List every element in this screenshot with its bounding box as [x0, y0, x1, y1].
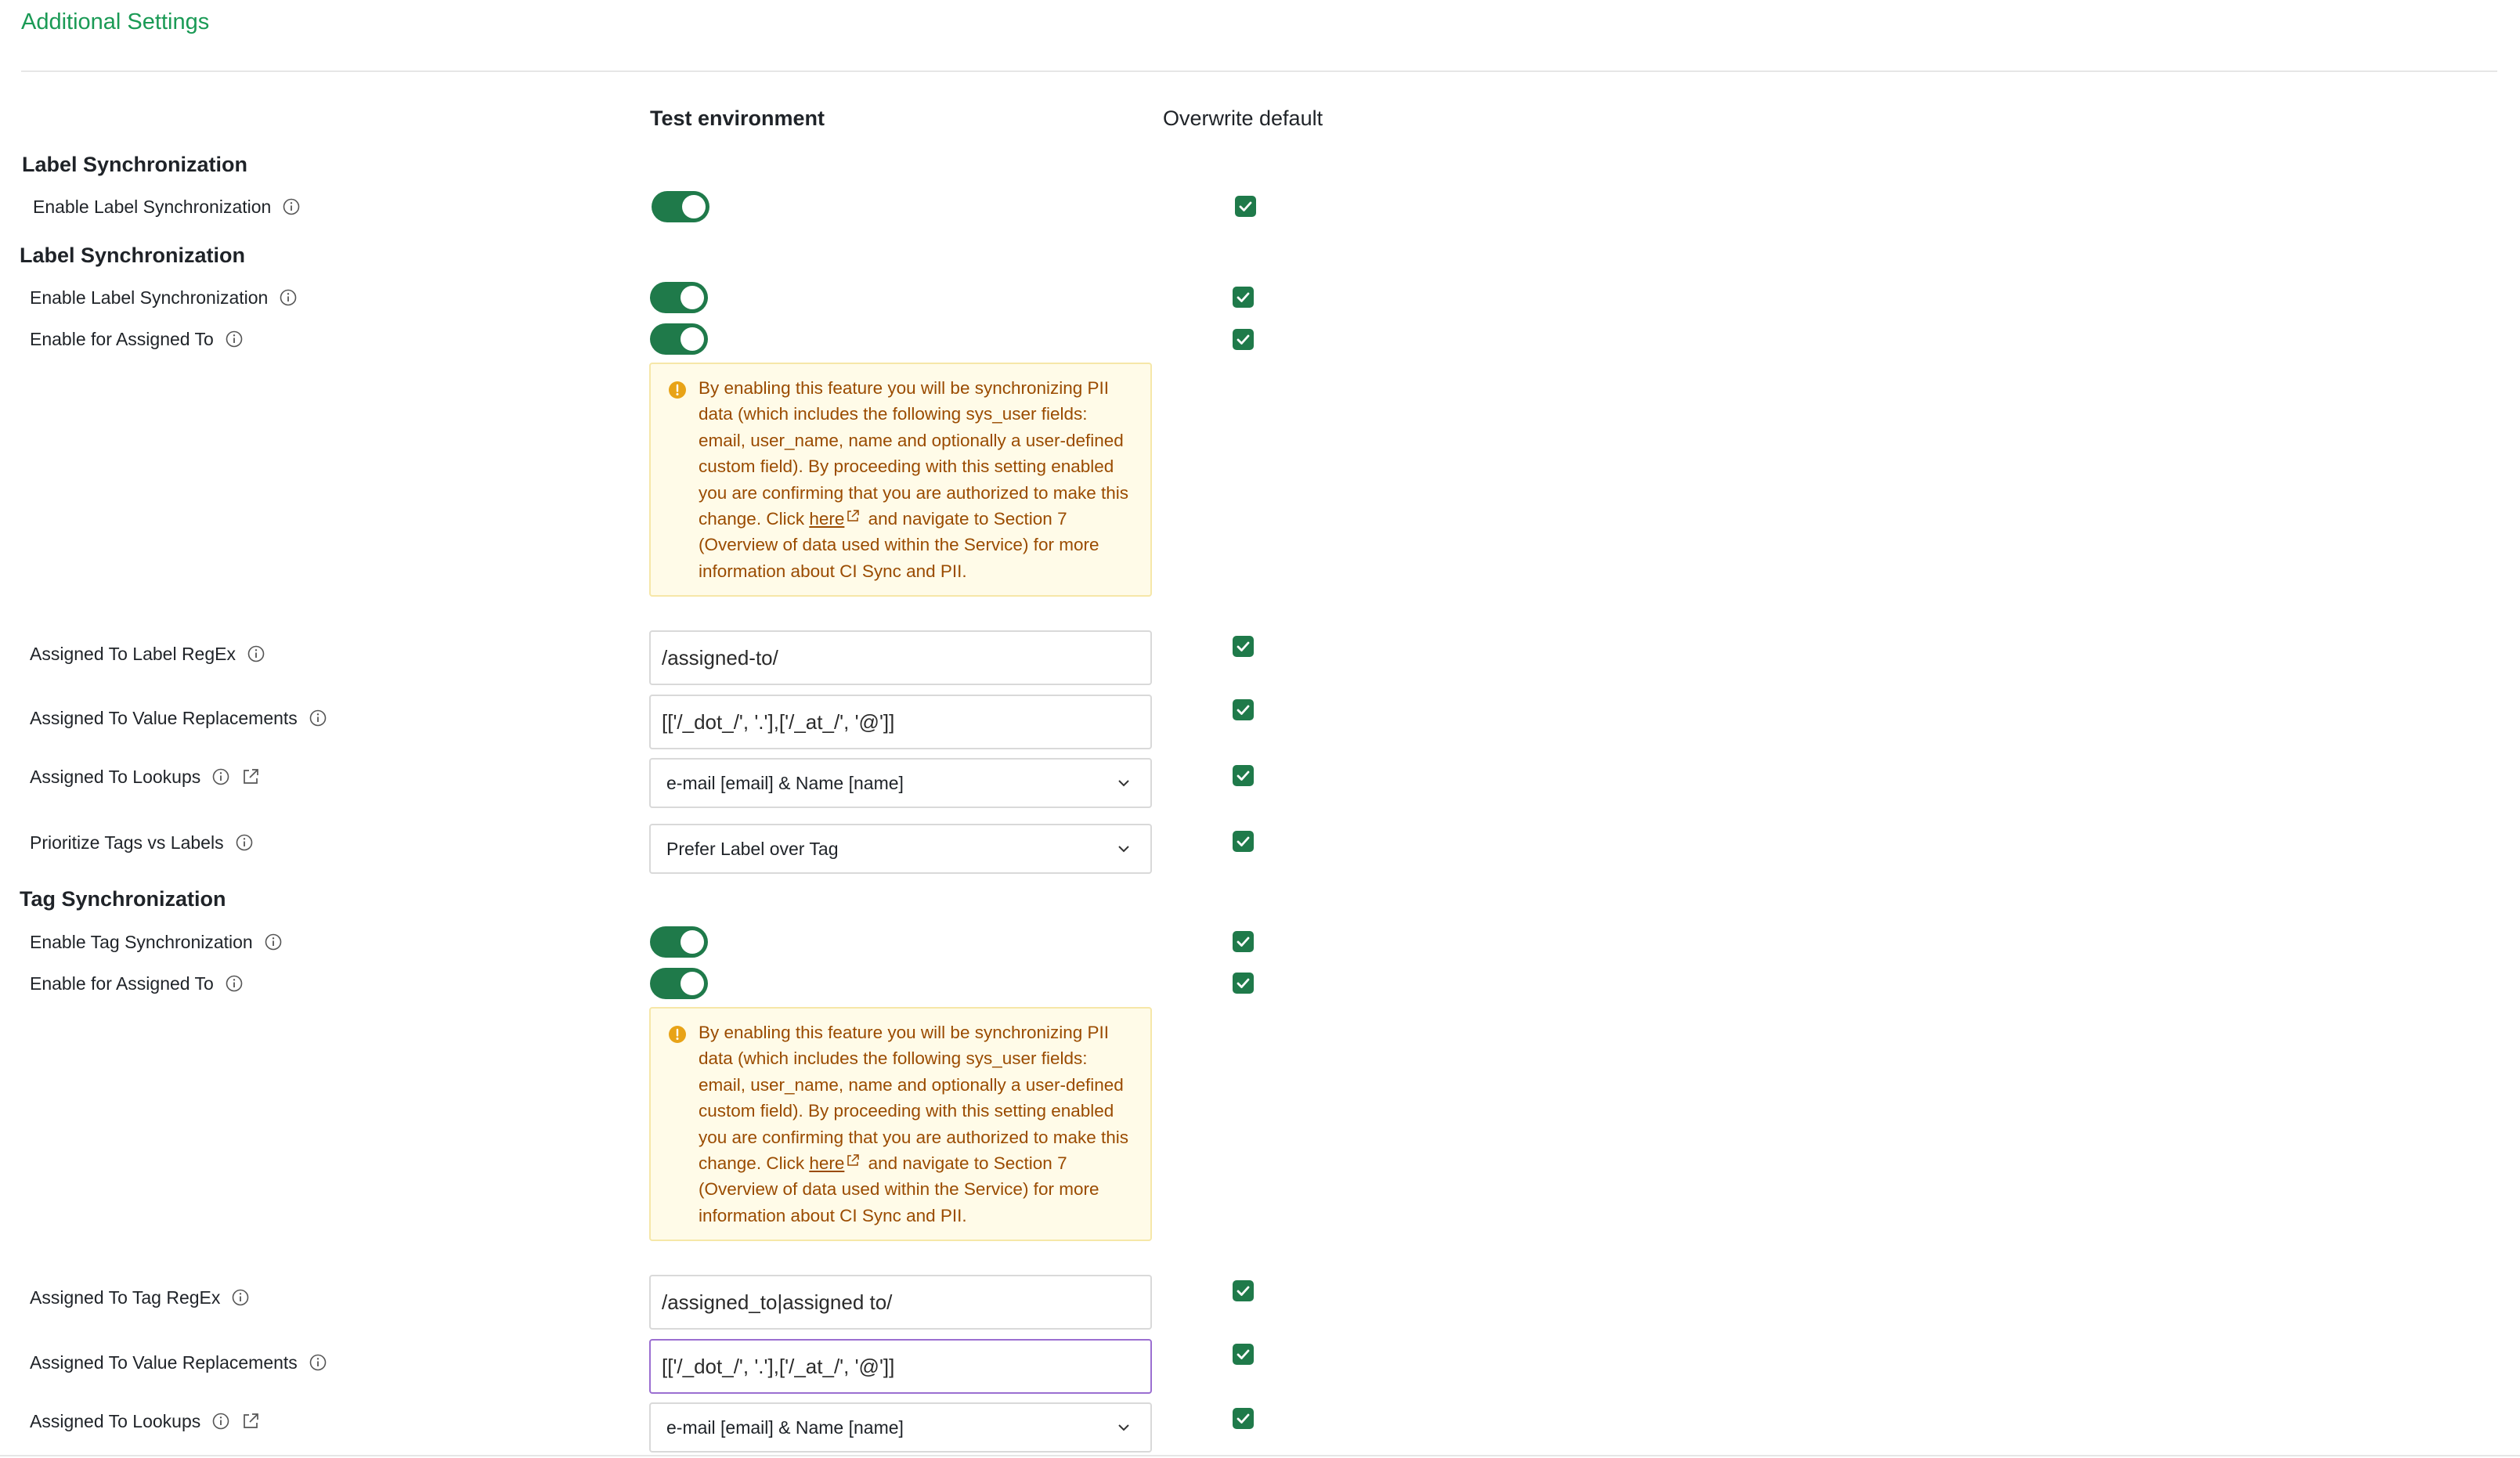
- assigned-to-tag-regex-input[interactable]: [649, 1275, 1152, 1330]
- assigned-to-label-regex-input[interactable]: [649, 630, 1152, 685]
- info-icon[interactable]: [235, 833, 254, 852]
- info-icon[interactable]: [247, 644, 265, 663]
- assigned-to-lookups-select-1[interactable]: e-mail [email] & Name [name]: [649, 758, 1152, 808]
- label-assigned-to-label-regex: Assigned To Label RegEx: [30, 638, 265, 669]
- pii-warning-1: By enabling this feature you will be syn…: [649, 363, 1152, 597]
- label-enable-for-assigned-to-2: Enable for Assigned To: [30, 968, 244, 999]
- external-link-icon[interactable]: [846, 1153, 860, 1167]
- info-icon[interactable]: [225, 330, 244, 348]
- label-assigned-to-lookups-2: Assigned To Lookups: [30, 1406, 260, 1437]
- external-link-icon[interactable]: [241, 767, 260, 786]
- checkbox-overwrite-lookups-1[interactable]: [1233, 765, 1254, 786]
- assigned-to-value-replacements-input-1[interactable]: [649, 695, 1152, 749]
- info-icon[interactable]: [309, 709, 327, 727]
- here-link[interactable]: here: [809, 509, 844, 529]
- warning-icon: [668, 1025, 687, 1044]
- external-link-icon[interactable]: [241, 1412, 260, 1431]
- info-icon[interactable]: [211, 1412, 230, 1431]
- assigned-to-lookups-select-2[interactable]: e-mail [email] & Name [name]: [649, 1402, 1152, 1453]
- bottom-edge: [0, 1455, 2520, 1456]
- checkbox-overwrite-enable-for-assigned-to-1[interactable]: [1233, 329, 1254, 350]
- info-icon[interactable]: [211, 767, 230, 786]
- info-icon[interactable]: [225, 974, 244, 993]
- label-enable-label-sync-2: Enable Label Synchronization: [30, 282, 298, 313]
- checkbox-overwrite-lookups-2[interactable]: [1233, 1408, 1254, 1429]
- checkbox-overwrite-enable-label-sync-2[interactable]: [1233, 287, 1254, 308]
- checkbox-overwrite-prioritize-tags[interactable]: [1233, 831, 1254, 852]
- section-title-tag-sync: Tag Synchronization: [20, 887, 226, 911]
- chevron-down-icon: [1114, 774, 1133, 792]
- section-title-label-sync-2: Label Synchronization: [20, 244, 246, 267]
- checkbox-overwrite-value-replacements-1[interactable]: [1233, 699, 1254, 720]
- external-link-icon[interactable]: [846, 509, 860, 523]
- checkbox-overwrite-tag-regex[interactable]: [1233, 1280, 1254, 1301]
- page-title: Additional Settings: [21, 9, 210, 34]
- label-enable-for-assigned-to-1: Enable for Assigned To: [30, 323, 244, 355]
- pii-warning-2: By enabling this feature you will be syn…: [649, 1007, 1152, 1242]
- toggle-enable-for-assigned-to-2[interactable]: [650, 968, 708, 999]
- warning-icon: [668, 381, 687, 399]
- label-assigned-to-value-replacements-2: Assigned To Value Replacements: [30, 1347, 327, 1378]
- toggle-enable-label-sync-2[interactable]: [650, 282, 708, 313]
- label-assigned-to-tag-regex: Assigned To Tag RegEx: [30, 1282, 250, 1313]
- checkbox-overwrite-enable-tag-sync[interactable]: [1233, 931, 1254, 952]
- checkbox-overwrite-enable-for-assigned-to-2[interactable]: [1233, 973, 1254, 994]
- info-icon[interactable]: [231, 1288, 250, 1307]
- info-icon[interactable]: [264, 933, 283, 951]
- prioritize-tags-vs-labels-select[interactable]: Prefer Label over Tag: [649, 824, 1152, 874]
- label-assigned-to-value-replacements-1: Assigned To Value Replacements: [30, 702, 327, 734]
- info-icon[interactable]: [309, 1353, 327, 1372]
- header-divider: [21, 70, 2497, 72]
- checkbox-overwrite-value-replacements-2[interactable]: [1233, 1344, 1254, 1365]
- toggle-enable-label-sync-1[interactable]: [652, 191, 709, 222]
- chevron-down-icon: [1114, 1418, 1133, 1437]
- column-header-test-environment: Test environment: [650, 106, 825, 130]
- label-assigned-to-lookups-1: Assigned To Lookups: [30, 761, 260, 792]
- here-link[interactable]: here: [809, 1153, 844, 1173]
- column-header-overwrite-default: Overwrite default: [1163, 106, 1323, 130]
- info-icon[interactable]: [282, 197, 301, 216]
- section-title-label-sync-1: Label Synchronization: [22, 153, 248, 176]
- toggle-enable-tag-sync[interactable]: [650, 926, 708, 958]
- label-prioritize-tags-vs-labels: Prioritize Tags vs Labels: [30, 827, 254, 858]
- chevron-down-icon: [1114, 839, 1133, 858]
- label-enable-tag-sync: Enable Tag Synchronization: [30, 926, 283, 958]
- assigned-to-value-replacements-input-2[interactable]: [649, 1339, 1152, 1394]
- checkbox-overwrite-label-regex[interactable]: [1233, 636, 1254, 657]
- label-enable-label-sync-1: Enable Label Synchronization: [33, 191, 301, 222]
- checkbox-overwrite-enable-label-sync-1[interactable]: [1235, 196, 1256, 217]
- toggle-enable-for-assigned-to-1[interactable]: [650, 323, 708, 355]
- info-icon[interactable]: [279, 288, 298, 307]
